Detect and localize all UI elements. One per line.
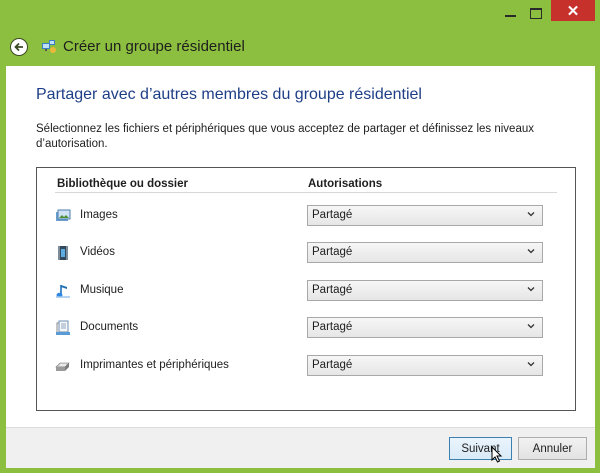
close-button[interactable]: ✕ xyxy=(551,0,595,21)
videos-library-icon xyxy=(58,246,68,260)
row-label-documents: Documents xyxy=(80,321,139,333)
documents-library-icon xyxy=(56,320,70,335)
table-row: Documents Partagé xyxy=(37,315,577,341)
chevron-down-icon xyxy=(527,249,535,254)
arrow-left-icon xyxy=(14,42,23,52)
page-heading: Partager avec d’autres membres du groupe… xyxy=(36,86,422,103)
select-value: Partagé xyxy=(312,246,353,258)
permission-select-videos[interactable]: Partagé xyxy=(307,242,543,263)
header-divider xyxy=(55,192,557,193)
permission-select-printers[interactable]: Partagé xyxy=(307,355,543,376)
page-description: Sélectionnez les fichiers et périphériqu… xyxy=(36,123,534,150)
row-label-videos: Vidéos xyxy=(80,246,115,258)
content-area: Partager avec d’autres membres du groupe… xyxy=(6,66,595,427)
row-label-music: Musique xyxy=(80,284,124,296)
window-title: Créer un groupe résidentiel xyxy=(63,38,245,55)
minimize-button[interactable] xyxy=(500,6,522,20)
mouse-cursor-icon xyxy=(491,446,503,463)
permission-select-documents[interactable]: Partagé xyxy=(307,317,543,338)
row-label-printers: Imprimantes et périphériques xyxy=(80,359,229,371)
row-label-images: Images xyxy=(80,209,118,221)
column-header-library: Bibliothèque ou dossier xyxy=(57,178,188,190)
select-value: Partagé xyxy=(312,359,353,371)
printer-icon xyxy=(55,362,70,371)
chevron-down-icon xyxy=(527,212,535,217)
permission-select-images[interactable]: Partagé xyxy=(307,205,543,226)
homegroup-window: ✕ Créer un groupe résidentiel Partager a… xyxy=(0,0,600,473)
maximize-button[interactable] xyxy=(525,6,547,20)
select-value: Partagé xyxy=(312,284,353,296)
chevron-down-icon xyxy=(527,287,535,292)
table-row: Images Partagé xyxy=(37,203,577,229)
table-row: Musique Partagé xyxy=(37,278,577,304)
column-header-permissions: Autorisations xyxy=(308,178,383,190)
homegroup-icon xyxy=(42,40,56,53)
chevron-down-icon xyxy=(527,324,535,329)
chevron-down-icon xyxy=(527,362,535,367)
table-row: Imprimantes et périphériques Partagé xyxy=(37,353,577,379)
select-value: Partagé xyxy=(312,321,353,333)
back-button[interactable] xyxy=(10,38,28,56)
pictures-library-icon xyxy=(56,209,71,221)
cancel-button[interactable]: Annuler xyxy=(518,437,587,460)
dialog-footer: Suivant Annuler xyxy=(6,427,595,468)
permission-select-music[interactable]: Partagé xyxy=(307,280,543,301)
sharing-panel: Bibliothèque ou dossier Autorisations Im… xyxy=(36,167,576,411)
select-value: Partagé xyxy=(312,209,353,221)
table-row: Vidéos Partagé xyxy=(37,240,577,266)
music-library-icon xyxy=(56,285,70,298)
